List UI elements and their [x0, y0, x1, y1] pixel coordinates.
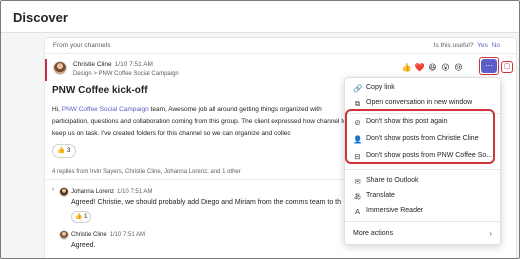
sad-reaction-icon[interactable]: 😢 [453, 63, 464, 72]
page-title: Discover [13, 10, 68, 25]
menu-item-translate[interactable]: あ Translate [345, 189, 500, 204]
reply-time: 1/10 7:51 AM [109, 232, 146, 238]
card-header: From your channels Is this useful? Yes N… [45, 38, 516, 54]
menu-item-copy-link[interactable]: 🔗 Copy link [345, 81, 500, 96]
menu-divider [345, 221, 500, 222]
reply-meta: Christie Cline 1/10 7:51 AM [71, 232, 145, 238]
reply-avatar[interactable] [59, 187, 69, 197]
reader-icon: A [354, 207, 360, 216]
menu-item-hide-channel[interactable]: ⊟ Don't show posts from PNW Coffee So... [345, 149, 500, 164]
more-options-highlight [479, 57, 499, 75]
app-window: Discover From your channels Is this usef… [0, 0, 520, 259]
post-location[interactable]: Design > PNW Coffee Social Campaign [73, 71, 179, 77]
reply-meta: Johanna Lorenz 1/10 7:51 AM [71, 189, 152, 195]
reply-author[interactable]: Christie Cline [71, 232, 107, 238]
collapse-icon[interactable]: ‹ [52, 186, 54, 193]
post-time: 1/10 7:51 AM [114, 61, 153, 68]
useful-no-link[interactable]: No [492, 42, 500, 49]
channel-block-icon: ⊟ [354, 152, 361, 161]
like-reaction-icon[interactable]: 👍 [401, 63, 412, 72]
reply-reaction-pill[interactable]: 👍 1 [71, 211, 92, 223]
useful-question: Is this useful? [433, 42, 474, 49]
chevron-right-icon: › [489, 229, 492, 238]
from-channels-label: From your channels [53, 42, 111, 49]
eye-off-icon: ⊘ [354, 118, 361, 127]
reaction-bar: 👍 ❤️ 😆 😮 😢 [401, 59, 464, 75]
top-bar: Discover [1, 1, 519, 33]
menu-item-more-actions[interactable]: More actions › [345, 227, 500, 242]
post-title: PNW Coffee kick-off [52, 85, 148, 96]
menu-item-hide-post[interactable]: ⊘ Don't show this post again [345, 115, 500, 130]
replies-summary[interactable]: 4 replies from Irvin Sayers, Christie Cl… [52, 169, 241, 175]
post-reaction-pill[interactable]: 👍 3 [52, 144, 76, 158]
post-accent-bar [45, 59, 47, 81]
popout-icon: ⧉ [354, 99, 361, 108]
post-meta: Christie Cline 1/10 7:51 AM [73, 61, 153, 68]
divider [45, 179, 345, 180]
person-block-icon: 👤 [353, 135, 363, 144]
post-author[interactable]: Christie Cline [73, 61, 112, 68]
reply-body: Agreed. [71, 242, 96, 249]
heart-reaction-icon[interactable]: ❤️ [414, 63, 425, 72]
context-menu: 🔗 Copy link ⧉ Open conversation in new w… [344, 77, 501, 245]
side-panel-icon[interactable]: ▢ [501, 61, 513, 73]
post-body: Hi, PNW Coffee Social Campaign team, Awe… [52, 104, 352, 140]
menu-item-share-outlook[interactable]: ✉ Share to Outlook [345, 174, 500, 189]
laugh-reaction-icon[interactable]: 😆 [427, 63, 438, 72]
outlook-icon: ✉ [354, 177, 361, 186]
post-greeting: Hi, [52, 106, 60, 113]
avatar[interactable] [53, 61, 67, 75]
menu-divider [345, 169, 500, 170]
translate-icon: あ [353, 192, 362, 201]
reply-author[interactable]: Johanna Lorenz [71, 189, 114, 195]
reply-avatar[interactable] [59, 230, 69, 240]
reply-body: Agreed! Christie, we should probably add… [71, 199, 342, 206]
menu-item-open-conversation[interactable]: ⧉ Open conversation in new window [345, 96, 500, 111]
useful-yes-link[interactable]: Yes [477, 42, 488, 49]
surprised-reaction-icon[interactable]: 😮 [440, 63, 451, 72]
link-icon: 🔗 [353, 84, 363, 93]
reply-time: 1/10 7:51 AM [117, 189, 153, 195]
menu-divider [345, 113, 500, 114]
useful-prompt: Is this useful? Yes No [434, 42, 500, 49]
channel-mention-link[interactable]: PNW Coffee Social Campaign [62, 106, 149, 113]
menu-item-immersive-reader[interactable]: A Immersive Reader [345, 204, 500, 219]
menu-item-hide-author[interactable]: 👤 Don't show posts from Christie Cline [345, 132, 500, 147]
